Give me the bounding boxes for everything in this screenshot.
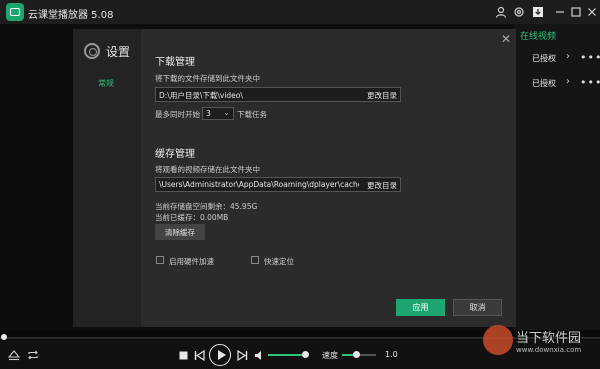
authorized-label[interactable]: 已授权: [532, 78, 556, 89]
download-desc: 将下载的文件存储到此文件夹中: [155, 74, 260, 83]
user-icon[interactable]: [494, 5, 508, 19]
change-cache-dir-button[interactable]: 更改目录: [367, 180, 397, 191]
online-video-tab[interactable]: 在线视频: [520, 29, 556, 42]
authorized-label[interactable]: 已授权: [532, 53, 556, 64]
hw-accel-checkbox[interactable]: [156, 256, 164, 264]
online-video-panel: [513, 24, 600, 330]
next-icon[interactable]: [236, 349, 248, 361]
apply-button[interactable]: 应用: [396, 299, 445, 316]
maximize-icon[interactable]: [569, 5, 583, 19]
concurrent-suffix-label: 下载任务: [237, 110, 267, 119]
settings-sidebar: [73, 29, 141, 327]
cache-section-title: 缓存管理: [155, 149, 195, 160]
loop-icon[interactable]: [26, 348, 40, 362]
volume-icon[interactable]: [253, 349, 265, 361]
cache-path-value: \Users\Administrator\AppData\Roaming\dpl…: [159, 180, 359, 189]
download-path-value: D:\用户目录\下载\video\: [159, 91, 243, 100]
speed-handle[interactable]: [353, 351, 360, 358]
watermark-text: 当下软件园: [516, 331, 582, 346]
settings-gear-icon[interactable]: [512, 5, 526, 19]
concurrent-prefix-label: 最多同时开始: [155, 110, 200, 119]
watermark-logo: [483, 325, 513, 355]
play-button[interactable]: [209, 344, 231, 366]
concurrent-downloads-select[interactable]: 3 ⌄: [202, 107, 234, 120]
more-dots-icon[interactable]: •••: [580, 76, 600, 89]
download-section-title: 下载管理: [155, 57, 195, 68]
change-download-dir-button[interactable]: 更改目录: [367, 90, 397, 101]
chevron-right-icon[interactable]: ›: [566, 76, 570, 87]
app-logo-icon: [6, 3, 24, 21]
chevron-down-icon: ⌄: [223, 108, 230, 117]
previous-icon[interactable]: [193, 349, 205, 361]
watermark-url: www.downxia.com: [516, 346, 582, 354]
app-title: 云课堂播放器 5.08: [28, 10, 114, 21]
free-space-label: 当前存储盘空间剩余：45.95G: [155, 202, 258, 211]
clear-cache-button[interactable]: 清除缓存: [155, 224, 205, 240]
fast-seek-label: 快速定位: [264, 257, 294, 266]
cancel-button[interactable]: 取消: [453, 299, 502, 316]
play-icon: [218, 350, 226, 360]
speed-value: 1.0: [385, 350, 398, 359]
close-dialog-icon[interactable]: ✕: [501, 32, 511, 46]
download-path-field[interactable]: D:\用户目录\下载\video\ 更改目录: [155, 87, 401, 102]
cache-path-field[interactable]: \Users\Administrator\AppData\Roaming\dpl…: [155, 177, 401, 192]
download-box-icon[interactable]: [531, 5, 545, 19]
dialog-title: 设置: [106, 45, 131, 59]
more-dots-icon[interactable]: •••: [580, 51, 600, 64]
speed-label: 速度: [322, 351, 338, 360]
minimize-icon[interactable]: [553, 5, 567, 19]
hw-accel-label: 启用硬件加速: [169, 257, 214, 266]
chevron-right-icon[interactable]: ›: [566, 51, 570, 62]
concurrent-downloads-value: 3: [206, 109, 211, 118]
cache-desc: 将观看的视频存储在此文件夹中: [155, 165, 260, 174]
cached-size-label: 当前已缓存：0.00MB: [155, 213, 229, 222]
stop-icon[interactable]: [178, 350, 188, 360]
gear-icon: [84, 43, 100, 59]
fast-seek-checkbox[interactable]: [251, 256, 259, 264]
volume-handle[interactable]: [302, 351, 309, 358]
eject-icon[interactable]: [7, 348, 21, 362]
sidebar-item-general[interactable]: 常规: [98, 78, 114, 89]
close-window-icon[interactable]: [585, 5, 599, 19]
